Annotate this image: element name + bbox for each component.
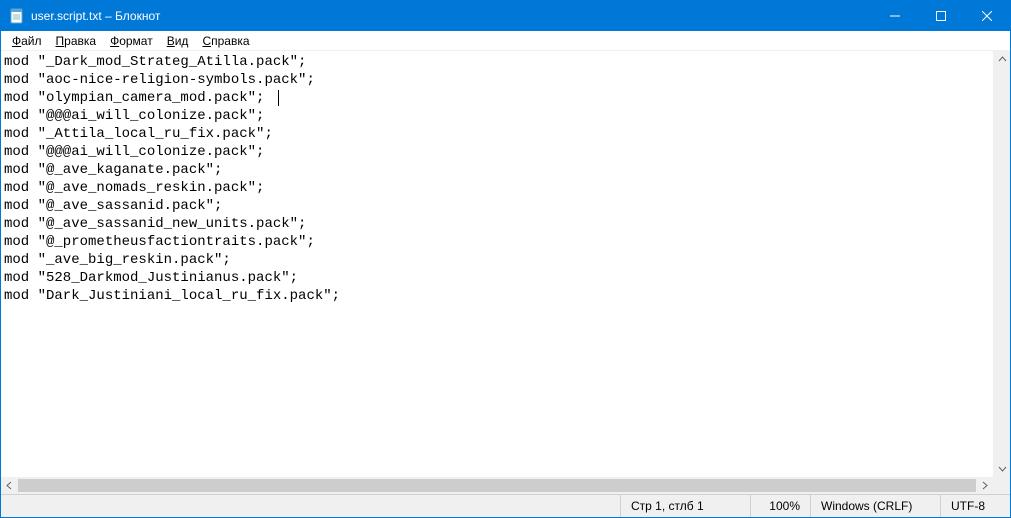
close-button[interactable] (964, 1, 1010, 31)
scroll-up-icon[interactable] (994, 51, 1011, 68)
status-encoding: UTF-8 (940, 495, 1010, 517)
menubar: Файл Правка Формат Вид Справка (1, 31, 1010, 51)
text-caret (278, 90, 279, 106)
text-editor[interactable]: mod "_Dark_mod_Strateg_Atilla.pack"; mod… (1, 51, 993, 477)
menu-format[interactable]: Формат (103, 32, 160, 50)
titlebar[interactable]: user.script.txt – Блокнот (1, 1, 1010, 31)
menu-file[interactable]: Файл (5, 32, 49, 50)
status-line-ending: Windows (CRLF) (810, 495, 940, 517)
status-position: Стр 1, стлб 1 (620, 495, 750, 517)
maximize-button[interactable] (918, 1, 964, 31)
minimize-button[interactable] (872, 1, 918, 31)
scroll-right-icon[interactable] (976, 477, 993, 494)
horizontal-scrollbar-row (1, 477, 1010, 494)
scroll-corner (993, 477, 1010, 494)
statusbar: Стр 1, стлб 1 100% Windows (CRLF) UTF-8 (1, 494, 1010, 517)
editor-area: mod "_Dark_mod_Strateg_Atilla.pack"; mod… (1, 51, 1010, 477)
scroll-down-icon[interactable] (994, 460, 1011, 477)
menu-edit[interactable]: Правка (49, 32, 104, 50)
notepad-window: user.script.txt – Блокнот Файл Правка Фо… (0, 0, 1011, 518)
menu-view[interactable]: Вид (160, 32, 196, 50)
status-zoom: 100% (750, 495, 810, 517)
window-title: user.script.txt – Блокнот (31, 9, 160, 23)
notepad-icon (9, 8, 25, 24)
menu-help[interactable]: Справка (195, 32, 256, 50)
horizontal-scrollbar[interactable] (1, 477, 993, 494)
scroll-left-icon[interactable] (1, 477, 18, 494)
vertical-scrollbar[interactable] (993, 51, 1010, 477)
scrollbar-thumb[interactable] (18, 479, 976, 492)
